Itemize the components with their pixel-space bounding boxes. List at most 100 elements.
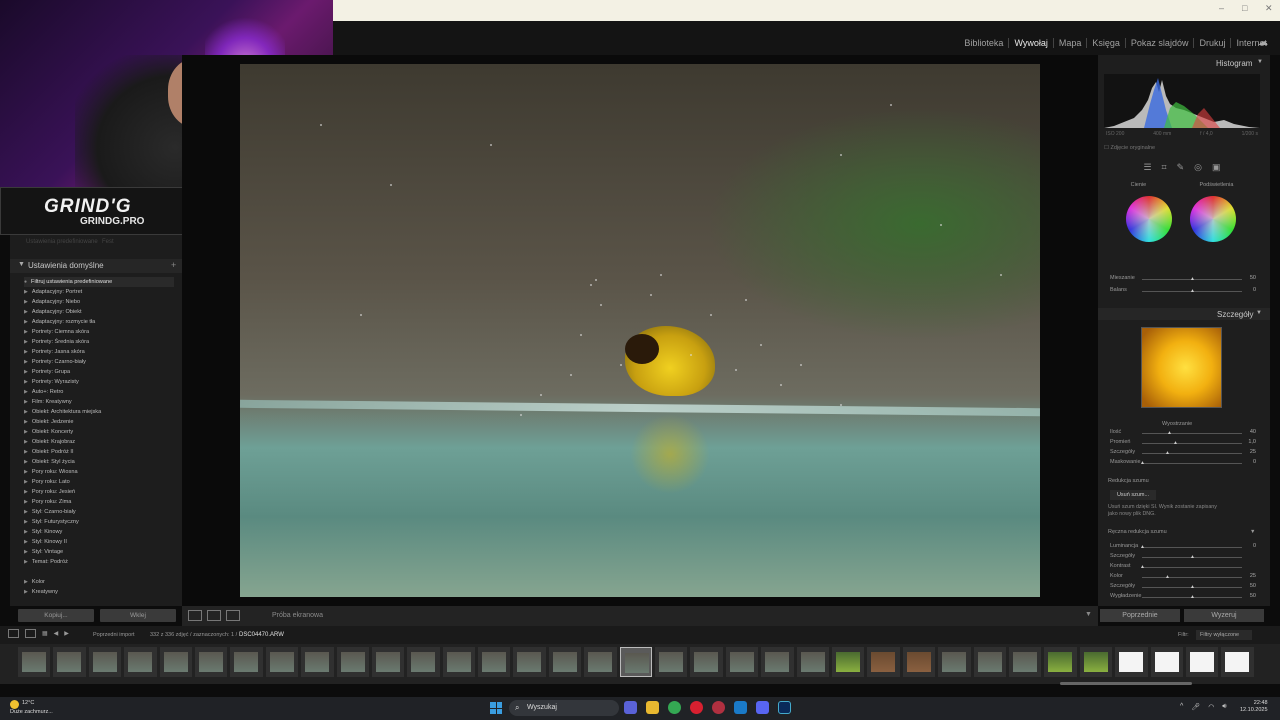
slider-row[interactable]: Ilość ▲ 40 (1110, 429, 1260, 437)
filmstrip-thumbnail[interactable] (1115, 647, 1148, 677)
filmstrip-thumbnail[interactable] (725, 647, 759, 677)
compare-view-icon[interactable] (226, 610, 240, 621)
slider-value[interactable]: 25 (1250, 573, 1256, 579)
preset-item[interactable]: ▶ Obiekt: Koncerty (24, 427, 174, 437)
windows-start-icon[interactable] (490, 702, 502, 714)
slider-track[interactable] (1142, 547, 1242, 548)
highlights-color-wheel[interactable] (1190, 196, 1236, 242)
slider-row[interactable]: Szczegóły ▲ 50 (1110, 583, 1260, 591)
chrome-icon[interactable] (668, 701, 681, 714)
preset-item[interactable]: ▶ Obiekt: Podróż II (24, 447, 174, 457)
preset-item[interactable]: ▶ Styl: Kinowy II (24, 537, 174, 547)
slider-track[interactable] (1142, 577, 1242, 578)
preset-group[interactable]: ▶ Kreatywny (24, 587, 174, 597)
forward-arrow-icon[interactable]: ▶ (64, 630, 69, 637)
preset-item[interactable]: ▶ Adaptacyjny: Niebo (24, 297, 174, 307)
preset-item[interactable]: ▶ Styl: Futurystyczny (24, 517, 174, 527)
red-eye-icon[interactable]: ◎ (1194, 162, 1202, 173)
preset-item[interactable]: ▶ Styl: Kinowy (24, 527, 174, 537)
filter-presets-item[interactable]: ● Filtruj ustawienia predefiniowane (24, 277, 174, 287)
preset-item[interactable]: ▶ Adaptacyjny: Obiekt (24, 307, 174, 317)
discord-icon[interactable] (756, 701, 769, 714)
slider-knob-icon[interactable]: ▲ (1190, 554, 1195, 560)
microphone-icon[interactable]: 🎤︎ (1191, 703, 1200, 711)
slider-knob-icon[interactable]: ▲ (1140, 460, 1145, 466)
slider-row[interactable]: Kolor ▲ 25 (1110, 573, 1260, 581)
slider-knob-icon[interactable]: ▲ (1190, 288, 1195, 294)
filmstrip-thumbnail[interactable] (18, 647, 51, 677)
module-2[interactable]: Wywołaj (1009, 38, 1054, 48)
filmstrip-scrollbar[interactable] (1060, 682, 1192, 685)
slider-track[interactable] (1142, 567, 1242, 568)
filmstrip-thumbnail[interactable] (902, 647, 936, 677)
soft-proof-label[interactable]: Próba ekranowa (272, 612, 323, 619)
filmstrip-thumbnail[interactable] (619, 647, 653, 677)
preset-item[interactable]: ▶ Auto+: Retro (24, 387, 174, 397)
healing-icon[interactable]: ✎ (1177, 162, 1185, 173)
collapse-triangle-icon[interactable]: ▼ (1256, 310, 1262, 316)
slider-knob-icon[interactable]: ▲ (1140, 564, 1145, 570)
second-window-icon[interactable] (25, 629, 36, 638)
masking-icon[interactable]: ▣ (1212, 162, 1221, 173)
filmstrip-thumbnail[interactable] (159, 647, 192, 677)
filter-dropdown[interactable]: Filtry wyłączone (1196, 630, 1252, 640)
slider-row[interactable]: Luminancja ▲ 0 (1110, 543, 1260, 551)
module-6[interactable]: Drukuj (1194, 38, 1232, 48)
preset-group[interactable]: ▶ Kolor (24, 577, 174, 587)
slider-value[interactable]: 0 (1253, 459, 1256, 465)
minimize-button[interactable]: – (1219, 3, 1224, 13)
preset-item[interactable]: ▶ Adaptacyjny: rozmycie tła (24, 317, 174, 327)
filmstrip-thumbnail[interactable] (53, 647, 86, 677)
filmstrip-thumbnail[interactable] (371, 647, 405, 677)
preset-item[interactable]: ▶ Portrety: Średnia skóra (24, 337, 174, 347)
clock[interactable]: 22:48 12.10.2025 (1240, 700, 1268, 714)
preset-item[interactable]: ▶ Portrety: Grupa (24, 367, 174, 377)
slider-track[interactable] (1142, 463, 1242, 464)
manual-noise-toggle-icon[interactable]: ▼ (1250, 529, 1255, 535)
loupe-view-icon[interactable] (188, 610, 202, 621)
wifi-icon[interactable]: ◠ (1208, 703, 1214, 711)
collapse-triangle-icon[interactable]: ▼ (1257, 59, 1263, 65)
before-after-icon[interactable] (207, 610, 221, 621)
preset-item[interactable]: ▶ Obiekt: Jedzenie (24, 417, 174, 427)
module-5[interactable]: Pokaz slajdów (1126, 38, 1195, 48)
filmstrip-thumbnail[interactable] (655, 647, 688, 677)
preset-item[interactable]: ▶ Portrety: Ciemna skóra (24, 327, 174, 337)
reset-button[interactable]: Wyzeruj (1184, 609, 1264, 622)
grid-icon[interactable]: ▦ (42, 630, 48, 637)
filmstrip-thumbnail[interactable] (938, 647, 971, 677)
preset-item[interactable]: ▶ Pory roku: Lato (24, 477, 174, 487)
slider-knob-icon[interactable]: ▲ (1165, 574, 1170, 580)
slider-knob-icon[interactable]: ▲ (1140, 544, 1145, 550)
slider-value[interactable]: 40 (1250, 429, 1256, 435)
preset-item[interactable]: ▶ Portrety: Jasna skóra (24, 347, 174, 357)
filmstrip-thumbnail[interactable] (513, 647, 546, 677)
volume-icon[interactable]: 🔊︎ (1222, 703, 1226, 711)
slider-track[interactable] (1142, 433, 1242, 434)
slider-knob-icon[interactable]: ▲ (1190, 276, 1195, 282)
slider-knob-icon[interactable]: ▲ (1165, 450, 1170, 456)
lightroom-icon[interactable] (778, 701, 791, 714)
preset-item[interactable]: ▶ Film: Kreatywny (24, 397, 174, 407)
module-3[interactable]: Mapa (1054, 38, 1088, 48)
slider-value[interactable]: 25 (1250, 449, 1256, 455)
filmstrip-thumbnail[interactable] (88, 647, 122, 677)
slider-value[interactable]: 50 (1250, 583, 1256, 589)
preset-item[interactable]: ▶ Obiekt: Architektura miejska (24, 407, 174, 417)
filmstrip-thumbnail[interactable] (230, 647, 263, 677)
slider-track[interactable] (1142, 453, 1242, 454)
filmstrip-thumbnail[interactable] (1150, 647, 1183, 677)
slider-value[interactable]: 50 (1250, 593, 1256, 599)
crop-icon[interactable]: ⌗ (1162, 162, 1167, 173)
preset-item[interactable]: ▶ Pory roku: Wiosna (24, 467, 174, 477)
opera-icon[interactable] (690, 701, 703, 714)
slider-row[interactable]: Promień ▲ 1,0 (1110, 439, 1260, 447)
filmstrip-thumbnail[interactable] (548, 647, 582, 677)
main-window-icon[interactable] (8, 629, 19, 638)
denoise-button[interactable]: Usuń szum... (1110, 490, 1156, 500)
filmstrip-thumbnail[interactable] (1008, 647, 1042, 677)
filmstrip-thumbnail[interactable] (690, 647, 723, 677)
filmstrip-thumbnail[interactable] (336, 647, 369, 677)
preset-item[interactable]: ▶ Pory roku: Jesień (24, 487, 174, 497)
filmstrip-thumbnail[interactable] (831, 647, 865, 677)
